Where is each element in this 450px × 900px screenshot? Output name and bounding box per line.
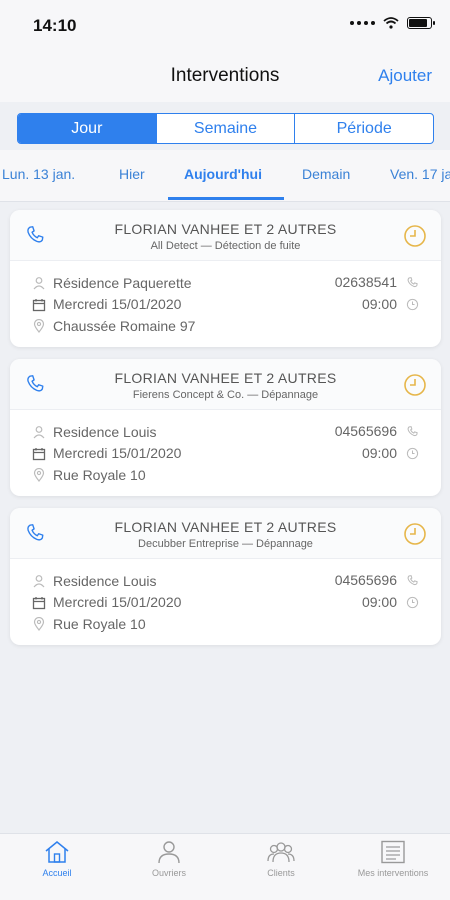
intervention-card[interactable]: FLORIAN VANHEE ET 2 AUTRES Fierens Conce… bbox=[10, 359, 441, 496]
intervention-date: Mercredi 15/01/2020 bbox=[53, 594, 182, 610]
card-body: Residence Louis 04565696 Mercredi 15/01/… bbox=[10, 410, 441, 496]
intervention-time: 09:00 bbox=[361, 594, 397, 610]
card-subtitle: Fierens Concept & Co. — Dépannage bbox=[132, 389, 319, 401]
interventions-icon bbox=[381, 840, 405, 864]
tab-label: Mes interventions bbox=[357, 868, 429, 878]
card-header: FLORIAN VANHEE ET 2 AUTRES Decubber Entr… bbox=[10, 508, 441, 559]
clock-icon bbox=[404, 225, 426, 247]
battery-icon bbox=[407, 17, 435, 29]
card-subtitle: Decubber Entreprise — Dépannage bbox=[138, 538, 313, 550]
phone-number[interactable]: 04565696 bbox=[335, 572, 397, 588]
segment-jour[interactable]: Jour bbox=[18, 114, 157, 143]
clock-small-icon bbox=[406, 596, 419, 609]
person-icon bbox=[33, 426, 45, 439]
add-button[interactable]: Ajouter bbox=[378, 66, 432, 86]
day-tab[interactable]: Lun. 13 jan. bbox=[2, 166, 75, 182]
phone-small-icon bbox=[407, 277, 418, 288]
card-title: FLORIAN VANHEE ET 2 AUTRES bbox=[114, 221, 337, 237]
card-header: FLORIAN VANHEE ET 2 AUTRES Fierens Conce… bbox=[10, 359, 441, 410]
signal-icon bbox=[350, 21, 375, 25]
intervention-card[interactable]: FLORIAN VANHEE ET 2 AUTRES All Detect — … bbox=[10, 210, 441, 347]
status-icons bbox=[350, 17, 435, 29]
clock-small-icon bbox=[406, 447, 419, 460]
address: Chaussée Romaine 97 bbox=[53, 318, 196, 334]
card-title: FLORIAN VANHEE ET 2 AUTRES bbox=[114, 370, 337, 386]
day-tab[interactable]: Hier bbox=[119, 166, 145, 182]
card-title: FLORIAN VANHEE ET 2 AUTRES bbox=[114, 519, 337, 535]
phone-small-icon bbox=[407, 426, 418, 437]
residence-name: Résidence Paquerette bbox=[53, 275, 192, 291]
residence-name: Residence Louis bbox=[53, 424, 157, 440]
card-subtitle: All Detect — Détection de fuite bbox=[150, 240, 301, 252]
phone-icon[interactable] bbox=[24, 373, 46, 395]
intervention-date: Mercredi 15/01/2020 bbox=[53, 445, 182, 461]
person-icon bbox=[33, 277, 45, 290]
card-header: FLORIAN VANHEE ET 2 AUTRES All Detect — … bbox=[10, 210, 441, 261]
address: Rue Royale 10 bbox=[53, 467, 146, 483]
home-icon bbox=[45, 841, 69, 863]
calendar-icon bbox=[32, 597, 46, 610]
phone-number[interactable]: 02638541 bbox=[335, 274, 397, 290]
intervention-date: Mercredi 15/01/2020 bbox=[53, 296, 182, 312]
phone-icon[interactable] bbox=[24, 224, 46, 246]
phone-small-icon bbox=[407, 575, 418, 586]
card-body: Residence Louis 04565696 Mercredi 15/01/… bbox=[10, 559, 441, 645]
status-bar: 14:10 bbox=[0, 0, 450, 50]
day-tab[interactable]: Ven. 17 jan. bbox=[390, 166, 450, 182]
calendar-icon bbox=[32, 448, 46, 461]
tab-accueil[interactable]: Accueil bbox=[2, 840, 112, 878]
clock-icon bbox=[404, 523, 426, 545]
navigation-bar: Interventions Ajouter bbox=[0, 50, 450, 102]
phone-icon[interactable] bbox=[24, 522, 46, 544]
intervention-card[interactable]: FLORIAN VANHEE ET 2 AUTRES Decubber Entr… bbox=[10, 508, 441, 645]
status-time: 14:10 bbox=[33, 16, 77, 35]
tab-label: Clients bbox=[267, 868, 295, 878]
location-icon bbox=[33, 468, 45, 482]
location-icon bbox=[33, 617, 45, 631]
clients-icon bbox=[267, 842, 295, 863]
period-segmented-control: Jour Semaine Période bbox=[17, 113, 434, 144]
calendar-icon bbox=[32, 299, 46, 312]
address: Rue Royale 10 bbox=[53, 616, 146, 632]
clock-icon bbox=[404, 374, 426, 396]
tab-mes-interventions[interactable]: Mes interventions bbox=[338, 840, 448, 878]
intervention-time: 09:00 bbox=[361, 445, 397, 461]
clock-small-icon bbox=[406, 298, 419, 311]
tab-clients[interactable]: Clients bbox=[226, 840, 336, 878]
phone-number[interactable]: 04565696 bbox=[335, 423, 397, 439]
day-tab[interactable]: Demain bbox=[302, 166, 350, 182]
segment-semaine[interactable]: Semaine bbox=[157, 114, 296, 143]
tab-ouvriers[interactable]: Ouvriers bbox=[114, 840, 224, 878]
tab-bar: Accueil Ouvriers Clients Mes interventio… bbox=[0, 833, 450, 900]
day-selector: Lun. 13 jan. Hier Aujourd'hui Demain Ven… bbox=[0, 150, 450, 202]
location-icon bbox=[33, 319, 45, 333]
intervention-time: 09:00 bbox=[361, 296, 397, 312]
residence-name: Residence Louis bbox=[53, 573, 157, 589]
day-underline bbox=[168, 197, 284, 200]
wifi-icon bbox=[383, 17, 399, 29]
tab-label: Accueil bbox=[42, 868, 72, 878]
worker-icon bbox=[158, 841, 180, 864]
card-body: Résidence Paquerette 02638541 Mercredi 1… bbox=[10, 261, 441, 347]
day-tab-active[interactable]: Aujourd'hui bbox=[184, 166, 262, 182]
person-icon bbox=[33, 575, 45, 588]
segment-periode[interactable]: Période bbox=[295, 114, 433, 143]
tab-label: Ouvriers bbox=[151, 868, 186, 878]
